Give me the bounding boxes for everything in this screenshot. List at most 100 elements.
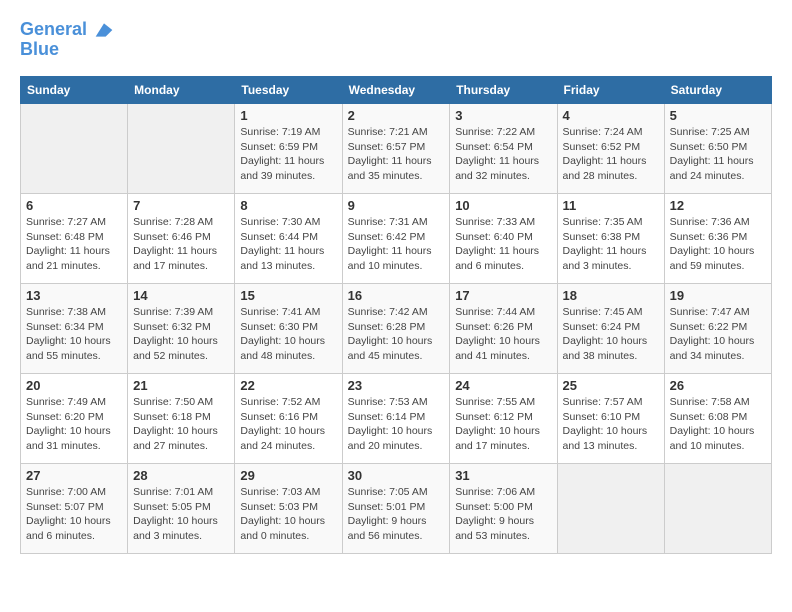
day-number: 28: [133, 468, 229, 483]
calendar-cell: 19 Sunrise: 7:47 AM Sunset: 6:22 PM Dayli…: [664, 284, 771, 374]
day-number: 27: [26, 468, 122, 483]
calendar-header: SundayMondayTuesdayWednesdayThursdayFrid…: [21, 77, 772, 104]
day-info: Sunrise: 7:01 AM Sunset: 5:05 PM Dayligh…: [133, 485, 229, 544]
day-info: Sunrise: 7:47 AM Sunset: 6:22 PM Dayligh…: [670, 305, 766, 364]
weekday-header: Friday: [557, 77, 664, 104]
calendar-week-row: 6 Sunrise: 7:27 AM Sunset: 6:48 PM Daylig…: [21, 194, 772, 284]
calendar-cell: 13 Sunrise: 7:38 AM Sunset: 6:34 PM Dayli…: [21, 284, 128, 374]
day-number: 25: [563, 378, 659, 393]
day-info: Sunrise: 7:33 AM Sunset: 6:40 PM Dayligh…: [455, 215, 551, 274]
day-number: 26: [670, 378, 766, 393]
day-number: 11: [563, 198, 659, 213]
day-info: Sunrise: 7:22 AM Sunset: 6:54 PM Dayligh…: [455, 125, 551, 184]
day-number: 19: [670, 288, 766, 303]
day-number: 9: [348, 198, 445, 213]
day-number: 7: [133, 198, 229, 213]
day-number: 20: [26, 378, 122, 393]
calendar-cell: 28 Sunrise: 7:01 AM Sunset: 5:05 PM Dayli…: [128, 464, 235, 554]
logo: General Blue: [20, 20, 114, 60]
day-info: Sunrise: 7:45 AM Sunset: 6:24 PM Dayligh…: [563, 305, 659, 364]
weekday-header: Monday: [128, 77, 235, 104]
day-info: Sunrise: 7:55 AM Sunset: 6:12 PM Dayligh…: [455, 395, 551, 454]
weekday-header: Thursday: [450, 77, 557, 104]
day-info: Sunrise: 7:03 AM Sunset: 5:03 PM Dayligh…: [240, 485, 336, 544]
calendar-cell: 29Sunrise: 7:03 AM Sunset: 5:03 PM Dayli…: [235, 464, 342, 554]
calendar-cell: 10Sunrise: 7:33 AM Sunset: 6:40 PM Dayli…: [450, 194, 557, 284]
calendar-cell: 17 Sunrise: 7:44 AM Sunset: 6:26 PM Dayli…: [450, 284, 557, 374]
day-number: 6: [26, 198, 122, 213]
day-number: 17: [455, 288, 551, 303]
calendar-cell: 22 Sunrise: 7:52 AM Sunset: 6:16 PM Dayli…: [235, 374, 342, 464]
calendar-cell: 8Sunrise: 7:30 AM Sunset: 6:44 PM Daylig…: [235, 194, 342, 284]
calendar-cell: 18 Sunrise: 7:45 AM Sunset: 6:24 PM Dayli…: [557, 284, 664, 374]
calendar-cell: 16Sunrise: 7:42 AM Sunset: 6:28 PM Dayli…: [342, 284, 450, 374]
calendar-cell: 27Sunrise: 7:00 AM Sunset: 5:07 PM Dayli…: [21, 464, 128, 554]
day-info: Sunrise: 7:30 AM Sunset: 6:44 PM Dayligh…: [240, 215, 336, 274]
logo-text: General: [20, 20, 114, 40]
day-info: Sunrise: 7:52 AM Sunset: 6:16 PM Dayligh…: [240, 395, 336, 454]
calendar-cell: 23 Sunrise: 7:53 AM Sunset: 6:14 PM Dayli…: [342, 374, 450, 464]
calendar-cell: 7Sunrise: 7:28 AM Sunset: 6:46 PM Daylig…: [128, 194, 235, 284]
day-number: 22: [240, 378, 336, 393]
calendar-cell: 2 Sunrise: 7:21 AM Sunset: 6:57 PM Daylig…: [342, 104, 450, 194]
day-number: 1: [240, 108, 336, 123]
calendar-cell: 6 Sunrise: 7:27 AM Sunset: 6:48 PM Daylig…: [21, 194, 128, 284]
calendar-cell: 21Sunrise: 7:50 AM Sunset: 6:18 PM Dayli…: [128, 374, 235, 464]
day-info: Sunrise: 7:42 AM Sunset: 6:28 PM Dayligh…: [348, 305, 445, 364]
day-info: Sunrise: 7:49 AM Sunset: 6:20 PM Dayligh…: [26, 395, 122, 454]
day-number: 12: [670, 198, 766, 213]
calendar-cell: [128, 104, 235, 194]
calendar-table: SundayMondayTuesdayWednesdayThursdayFrid…: [20, 76, 772, 554]
page-header: General Blue: [20, 20, 772, 60]
calendar-cell: 11Sunrise: 7:35 AM Sunset: 6:38 PM Dayli…: [557, 194, 664, 284]
day-number: 4: [563, 108, 659, 123]
day-number: 31: [455, 468, 551, 483]
day-info: Sunrise: 7:06 AM Sunset: 5:00 PM Dayligh…: [455, 485, 551, 544]
day-info: Sunrise: 7:38 AM Sunset: 6:34 PM Dayligh…: [26, 305, 122, 364]
day-number: 24: [455, 378, 551, 393]
day-info: Sunrise: 7:36 AM Sunset: 6:36 PM Dayligh…: [670, 215, 766, 274]
calendar-cell: 12 Sunrise: 7:36 AM Sunset: 6:36 PM Dayli…: [664, 194, 771, 284]
weekday-header: Sunday: [21, 77, 128, 104]
calendar-cell: 3 Sunrise: 7:22 AM Sunset: 6:54 PM Daylig…: [450, 104, 557, 194]
calendar-week-row: 1Sunrise: 7:19 AM Sunset: 6:59 PM Daylig…: [21, 104, 772, 194]
day-info: Sunrise: 7:44 AM Sunset: 6:26 PM Dayligh…: [455, 305, 551, 364]
day-info: Sunrise: 7:50 AM Sunset: 6:18 PM Dayligh…: [133, 395, 229, 454]
day-info: Sunrise: 7:21 AM Sunset: 6:57 PM Dayligh…: [348, 125, 445, 184]
calendar-cell: 5 Sunrise: 7:25 AM Sunset: 6:50 PM Daylig…: [664, 104, 771, 194]
day-number: 3: [455, 108, 551, 123]
calendar-week-row: 13 Sunrise: 7:38 AM Sunset: 6:34 PM Dayli…: [21, 284, 772, 374]
weekday-header: Tuesday: [235, 77, 342, 104]
day-number: 2: [348, 108, 445, 123]
calendar-cell: 4Sunrise: 7:24 AM Sunset: 6:52 PM Daylig…: [557, 104, 664, 194]
day-info: Sunrise: 7:27 AM Sunset: 6:48 PM Dayligh…: [26, 215, 122, 274]
day-number: 13: [26, 288, 122, 303]
day-info: Sunrise: 7:53 AM Sunset: 6:14 PM Dayligh…: [348, 395, 445, 454]
calendar-cell: 31 Sunrise: 7:06 AM Sunset: 5:00 PM Dayli…: [450, 464, 557, 554]
calendar-cell: 15Sunrise: 7:41 AM Sunset: 6:30 PM Dayli…: [235, 284, 342, 374]
calendar-cell: 26 Sunrise: 7:58 AM Sunset: 6:08 PM Dayli…: [664, 374, 771, 464]
day-number: 18: [563, 288, 659, 303]
calendar-week-row: 20 Sunrise: 7:49 AM Sunset: 6:20 PM Dayli…: [21, 374, 772, 464]
weekday-header: Wednesday: [342, 77, 450, 104]
day-info: Sunrise: 7:58 AM Sunset: 6:08 PM Dayligh…: [670, 395, 766, 454]
day-number: 23: [348, 378, 445, 393]
calendar-cell: 1Sunrise: 7:19 AM Sunset: 6:59 PM Daylig…: [235, 104, 342, 194]
day-number: 14: [133, 288, 229, 303]
day-info: Sunrise: 7:39 AM Sunset: 6:32 PM Dayligh…: [133, 305, 229, 364]
day-number: 30: [348, 468, 445, 483]
day-info: Sunrise: 7:25 AM Sunset: 6:50 PM Dayligh…: [670, 125, 766, 184]
calendar-cell: [664, 464, 771, 554]
day-info: Sunrise: 7:41 AM Sunset: 6:30 PM Dayligh…: [240, 305, 336, 364]
logo-text2: Blue: [20, 40, 114, 60]
calendar-week-row: 27Sunrise: 7:00 AM Sunset: 5:07 PM Dayli…: [21, 464, 772, 554]
calendar-cell: 30Sunrise: 7:05 AM Sunset: 5:01 PM Dayli…: [342, 464, 450, 554]
day-info: Sunrise: 7:31 AM Sunset: 6:42 PM Dayligh…: [348, 215, 445, 274]
day-number: 5: [670, 108, 766, 123]
calendar-cell: 20 Sunrise: 7:49 AM Sunset: 6:20 PM Dayli…: [21, 374, 128, 464]
day-info: Sunrise: 7:57 AM Sunset: 6:10 PM Dayligh…: [563, 395, 659, 454]
calendar-cell: 24 Sunrise: 7:55 AM Sunset: 6:12 PM Dayli…: [450, 374, 557, 464]
calendar-cell: 14 Sunrise: 7:39 AM Sunset: 6:32 PM Dayli…: [128, 284, 235, 374]
calendar-cell: [557, 464, 664, 554]
calendar-cell: 25 Sunrise: 7:57 AM Sunset: 6:10 PM Dayli…: [557, 374, 664, 464]
